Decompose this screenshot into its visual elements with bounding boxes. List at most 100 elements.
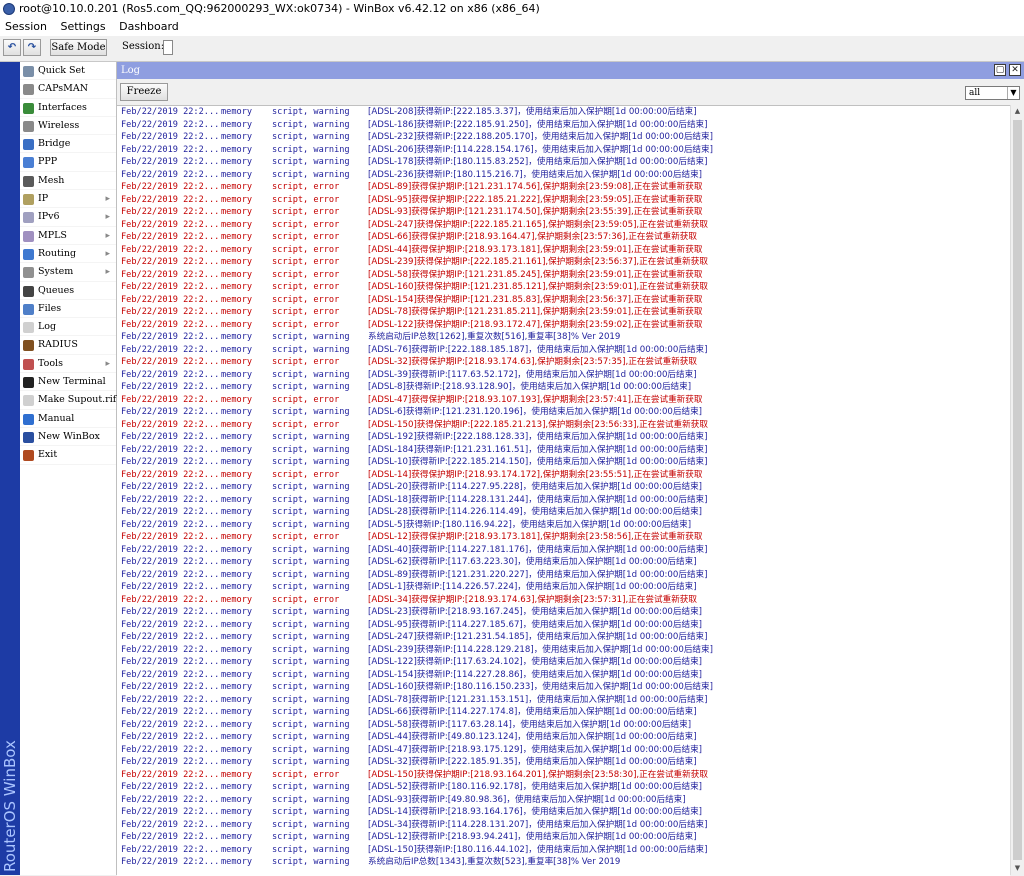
log-row[interactable]: Feb/22/2019 22:2... memory script, warning… xyxy=(117,706,1010,719)
maximize-icon[interactable]: ▢ xyxy=(994,64,1006,76)
log-row[interactable]: Feb/22/2019 22:2... memory script, warning… xyxy=(117,731,1010,744)
log-row[interactable]: Feb/22/2019 22:2... memory script, warning… xyxy=(117,831,1010,844)
log-row[interactable]: Feb/22/2019 22:2... memory script, error [A… xyxy=(117,469,1010,482)
log-row[interactable]: Feb/22/2019 22:2... memory script, error [A… xyxy=(117,269,1010,282)
log-row[interactable]: Feb/22/2019 22:2... memory script, warning… xyxy=(117,619,1010,632)
log-row[interactable]: Feb/22/2019 22:2... memory script, error [A… xyxy=(117,294,1010,307)
log-row[interactable]: Feb/22/2019 22:2... memory script, warning… xyxy=(117,331,1010,344)
log-row[interactable]: Feb/22/2019 22:2... memory script, warning… xyxy=(117,169,1010,182)
undo-button[interactable]: ↶ xyxy=(3,39,21,56)
log-row[interactable]: Feb/22/2019 22:2... memory script, error [A… xyxy=(117,394,1010,407)
log-row[interactable]: Feb/22/2019 22:2... memory script, warning… xyxy=(117,581,1010,594)
log-row[interactable]: Feb/22/2019 22:2... memory script, warning… xyxy=(117,131,1010,144)
log-row[interactable]: Feb/22/2019 22:2... memory script, error [A… xyxy=(117,319,1010,332)
log-row[interactable]: Feb/22/2019 22:2... memory script, error [A… xyxy=(117,281,1010,294)
sidebar-item-make-supout-rif[interactable]: Make Supout.rif xyxy=(20,391,116,410)
log-row[interactable]: Feb/22/2019 22:2... memory script, warning… xyxy=(117,481,1010,494)
menu-dashboard[interactable]: Dashboard xyxy=(114,18,184,36)
log-row[interactable]: Feb/22/2019 22:2... memory script, error [A… xyxy=(117,219,1010,232)
log-row[interactable]: Feb/22/2019 22:2... memory script, warning… xyxy=(117,506,1010,519)
log-row[interactable]: Feb/22/2019 22:2... memory script, error [A… xyxy=(117,419,1010,432)
log-row[interactable]: Feb/22/2019 22:2... memory script, warning… xyxy=(117,494,1010,507)
redo-button[interactable]: ↷ xyxy=(23,39,41,56)
log-row[interactable]: Feb/22/2019 22:2... memory script, error [A… xyxy=(117,769,1010,782)
sidebar-item-ipv6[interactable]: IPv6 ▸ xyxy=(20,208,116,227)
log-row[interactable]: Feb/22/2019 22:2... memory script, warning… xyxy=(117,444,1010,457)
log-row[interactable]: Feb/22/2019 22:2... memory script, warning… xyxy=(117,381,1010,394)
log-row[interactable]: Feb/22/2019 22:2... memory script, warning… xyxy=(117,106,1010,119)
sidebar-item-interfaces[interactable]: Interfaces xyxy=(20,99,116,117)
log-row[interactable]: Feb/22/2019 22:2... memory script, warning… xyxy=(117,781,1010,794)
log-row[interactable]: Feb/22/2019 22:2... memory script, warning… xyxy=(117,669,1010,682)
log-message: [ADSL-58]获得保护期IP:[121.231.85.245],保护期剩余[… xyxy=(368,269,703,280)
log-row[interactable]: Feb/22/2019 22:2... memory script, error [A… xyxy=(117,356,1010,369)
sidebar-item-queues[interactable]: Queues xyxy=(20,282,116,300)
freeze-button[interactable]: Freeze xyxy=(120,83,168,101)
log-row[interactable]: Feb/22/2019 22:2... memory script, error [A… xyxy=(117,256,1010,269)
sidebar-item-mesh[interactable]: Mesh xyxy=(20,172,116,191)
log-row[interactable]: Feb/22/2019 22:2... memory script, warning… xyxy=(117,369,1010,382)
log-filter-select[interactable]: all ▼ xyxy=(965,86,1020,100)
sidebar-item-radius[interactable]: RADIUS xyxy=(20,336,116,355)
log-row[interactable]: Feb/22/2019 22:2... memory script, warning… xyxy=(117,694,1010,707)
sidebar-item-files[interactable]: Files xyxy=(20,300,116,319)
menu-settings[interactable]: Settings xyxy=(55,18,110,36)
log-row[interactable]: Feb/22/2019 22:2... memory script, warning… xyxy=(117,156,1010,169)
vertical-scrollbar[interactable]: ▲ ▼ xyxy=(1010,105,1024,875)
safe-mode-button[interactable]: Safe Mode xyxy=(50,39,107,56)
log-row[interactable]: Feb/22/2019 22:2... memory script, error [A… xyxy=(117,194,1010,207)
log-row[interactable]: Feb/22/2019 22:2... memory script, warning… xyxy=(117,406,1010,419)
log-row[interactable]: Feb/22/2019 22:2... memory script, error [A… xyxy=(117,244,1010,257)
log-row[interactable]: Feb/22/2019 22:2... memory script, warning… xyxy=(117,344,1010,357)
log-row[interactable]: Feb/22/2019 22:2... memory script, warning… xyxy=(117,644,1010,657)
log-row[interactable]: Feb/22/2019 22:2... memory script, warning… xyxy=(117,569,1010,582)
sidebar-item-manual[interactable]: Manual xyxy=(20,410,116,428)
log-row[interactable]: Feb/22/2019 22:2... memory script, error [A… xyxy=(117,306,1010,319)
log-row[interactable]: Feb/22/2019 22:2... memory script, error [A… xyxy=(117,206,1010,219)
log-row[interactable]: Feb/22/2019 22:2... memory script, warning… xyxy=(117,519,1010,532)
log-row[interactable]: Feb/22/2019 22:2... memory script, error [A… xyxy=(117,231,1010,244)
sidebar-item-exit[interactable]: Exit xyxy=(20,446,116,465)
log-row[interactable]: Feb/22/2019 22:2... memory script, warning… xyxy=(117,806,1010,819)
log-row[interactable]: Feb/22/2019 22:2... memory script, warning… xyxy=(117,144,1010,157)
sidebar-item-bridge[interactable]: Bridge xyxy=(20,135,116,154)
log-row[interactable]: Feb/22/2019 22:2... memory script, warning… xyxy=(117,119,1010,132)
log-row[interactable]: Feb/22/2019 22:2... memory script, warning… xyxy=(117,719,1010,732)
log-row[interactable]: Feb/22/2019 22:2... memory script, error [A… xyxy=(117,594,1010,607)
close-icon[interactable]: ✕ xyxy=(1009,64,1021,76)
log-row[interactable]: Feb/22/2019 22:2... memory script, warning… xyxy=(117,844,1010,857)
scroll-down-icon[interactable]: ▼ xyxy=(1011,862,1024,875)
sidebar-item-mpls[interactable]: MPLS ▸ xyxy=(20,227,116,245)
log-row[interactable]: Feb/22/2019 22:2... memory script, error [A… xyxy=(117,181,1010,194)
log-row[interactable]: Feb/22/2019 22:2... memory script, warning… xyxy=(117,856,1010,869)
log-topics: script, warning xyxy=(272,494,350,505)
sidebar-item-system[interactable]: System ▸ xyxy=(20,263,116,282)
log-row[interactable]: Feb/22/2019 22:2... memory script, warning… xyxy=(117,656,1010,669)
log-row[interactable]: Feb/22/2019 22:2... memory script, warning… xyxy=(117,456,1010,469)
sidebar-item-ip[interactable]: IP ▸ xyxy=(20,190,116,209)
log-row[interactable]: Feb/22/2019 22:2... memory script, warning… xyxy=(117,794,1010,807)
log-row[interactable]: Feb/22/2019 22:2... memory script, warning… xyxy=(117,544,1010,557)
log-row[interactable]: Feb/22/2019 22:2... memory script, warning… xyxy=(117,431,1010,444)
log-row[interactable]: Feb/22/2019 22:2... memory script, warning… xyxy=(117,744,1010,757)
sidebar-item-ppp[interactable]: PPP xyxy=(20,153,116,172)
log-row[interactable]: Feb/22/2019 22:2... memory script, warning… xyxy=(117,606,1010,619)
scroll-up-icon[interactable]: ▲ xyxy=(1011,105,1024,118)
sidebar-item-wireless[interactable]: Wireless xyxy=(20,117,116,136)
scroll-thumb[interactable] xyxy=(1013,120,1022,860)
sidebar-item-quick-set[interactable]: Quick Set xyxy=(20,62,116,81)
sidebar-item-log[interactable]: Log xyxy=(20,318,116,337)
session-field[interactable] xyxy=(163,40,173,55)
log-row[interactable]: Feb/22/2019 22:2... memory script, warning… xyxy=(117,819,1010,832)
log-row[interactable]: Feb/22/2019 22:2... memory script, warning… xyxy=(117,556,1010,569)
log-row[interactable]: Feb/22/2019 22:2... memory script, warning… xyxy=(117,631,1010,644)
sidebar-item-new-terminal[interactable]: New Terminal xyxy=(20,373,116,392)
log-row[interactable]: Feb/22/2019 22:2... memory script, warning… xyxy=(117,756,1010,769)
sidebar-item-new-winbox[interactable]: New WinBox xyxy=(20,428,116,447)
log-row[interactable]: Feb/22/2019 22:2... memory script, warning… xyxy=(117,681,1010,694)
sidebar-item-routing[interactable]: Routing ▸ xyxy=(20,245,116,264)
sidebar-item-capsman[interactable]: CAPsMAN xyxy=(20,80,116,99)
menu-session[interactable]: Session xyxy=(0,18,52,36)
log-row[interactable]: Feb/22/2019 22:2... memory script, error [A… xyxy=(117,531,1010,544)
sidebar-item-tools[interactable]: Tools ▸ xyxy=(20,355,116,374)
